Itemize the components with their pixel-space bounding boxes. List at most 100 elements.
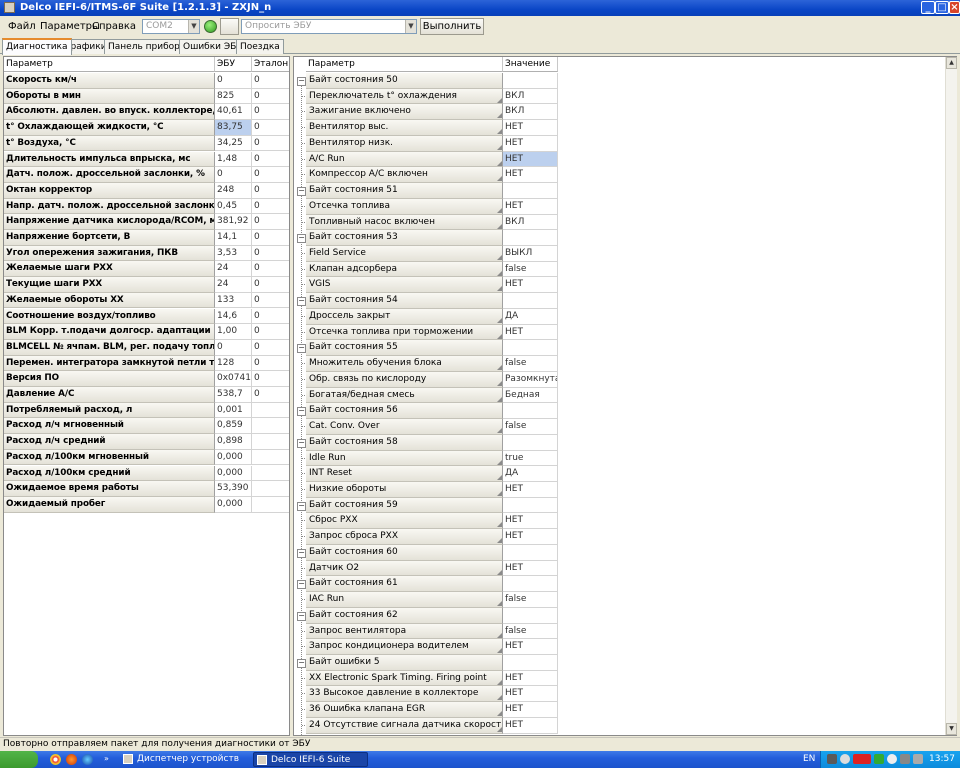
tree-item-row[interactable]: Вентилятор низк. НЕТ — [294, 135, 558, 152]
value-cell[interactable] — [503, 497, 558, 514]
value-cell[interactable] — [503, 340, 558, 357]
start-button[interactable] — [0, 751, 38, 768]
table-row[interactable]: Угол опережения зажигания, ПКВ 3,53 0 — [4, 245, 289, 262]
table-row[interactable]: Давление А/С 538,7 0 — [4, 387, 289, 403]
reference-value-cell[interactable]: 0 — [252, 293, 289, 309]
reference-value-cell[interactable]: 0 — [252, 152, 289, 168]
tree-item-row[interactable]: XX Electronic Spark Timing. Firing point… — [294, 670, 558, 687]
column-header-reference[interactable]: Эталон — [252, 57, 289, 72]
ecu-value-cell[interactable]: 53,390 — [215, 481, 252, 497]
reference-value-cell[interactable] — [252, 481, 289, 497]
value-cell[interactable]: false — [503, 261, 558, 278]
tree-group-row[interactable]: − Байт состояния 54 — [294, 293, 558, 309]
ecu-value-cell[interactable]: 0,898 — [215, 434, 252, 450]
tree-group-row[interactable]: − Байт состояния 55 — [294, 340, 558, 357]
tree-item-row[interactable]: Field Service ВЫКЛ — [294, 246, 558, 262]
tree-item-row[interactable]: Отсечка топлива при торможении НЕТ — [294, 324, 558, 341]
table-row[interactable]: Абсолютн. давлен. во впуск. коллекторе, … — [4, 104, 289, 121]
value-cell[interactable]: НЕТ — [503, 639, 558, 655]
collapse-toggle-icon[interactable]: − — [297, 501, 306, 511]
collapse-toggle-icon[interactable]: − — [297, 344, 306, 354]
tree-group-row[interactable]: − Байт состояния 60 — [294, 544, 558, 561]
ecu-value-cell[interactable]: 0,000 — [215, 465, 252, 482]
tree-item-row[interactable]: Отсечка топлива НЕТ — [294, 198, 558, 215]
ecu-value-cell[interactable]: 14,1 — [215, 230, 252, 246]
ecu-value-cell[interactable]: 0 — [215, 339, 252, 356]
blank-button[interactable] — [220, 18, 239, 35]
reference-value-cell[interactable]: 0 — [252, 371, 289, 387]
value-cell[interactable]: НЕТ — [503, 198, 558, 215]
tree-item-row[interactable]: Множитель обучения блока false — [294, 356, 558, 372]
tab-trip[interactable]: Поездка — [236, 39, 284, 54]
tree-group-row[interactable]: − Байт состояния 50 — [294, 73, 558, 89]
value-cell[interactable]: НЕТ — [503, 670, 558, 687]
reference-value-cell[interactable]: 0 — [252, 246, 289, 262]
value-cell[interactable]: НЕТ — [503, 513, 558, 530]
table-row[interactable]: Версия ПО 0x0741 0 — [4, 371, 289, 387]
execute-button[interactable]: Выполнить — [420, 18, 484, 35]
tree-group-row[interactable]: − Байт состояния 58 — [294, 434, 558, 451]
table-row[interactable]: Датч. полож. дроссельной заслонки, % 0 0 — [4, 167, 289, 183]
minimize-button[interactable]: _ — [921, 1, 935, 14]
tree-item-row[interactable]: Клапан адсорбера false — [294, 261, 558, 278]
column-header-param[interactable]: Параметр — [306, 57, 503, 72]
reference-value-cell[interactable]: 0 — [252, 167, 289, 183]
column-header-value[interactable]: Значение — [503, 57, 558, 72]
table-row[interactable]: Обороты в мин 825 0 — [4, 88, 289, 105]
value-cell[interactable] — [503, 293, 558, 309]
value-cell[interactable]: НЕТ — [503, 151, 558, 168]
tree-item-row[interactable]: Датчик О2 НЕТ — [294, 560, 558, 577]
close-button[interactable]: × — [949, 1, 960, 14]
reference-value-cell[interactable]: 0 — [252, 356, 289, 372]
tree-item-row[interactable]: Сброс РХХ НЕТ — [294, 513, 558, 530]
collapse-toggle-icon[interactable]: − — [297, 407, 306, 417]
tree-group-row[interactable]: − Байт ошибки 5 — [294, 655, 558, 671]
reference-value-cell[interactable]: 0 — [252, 261, 289, 278]
reference-value-cell[interactable]: 0 — [252, 120, 289, 136]
tree-group-row[interactable]: − Байт состояния 61 — [294, 576, 558, 593]
ecu-value-cell[interactable]: 1,00 — [215, 324, 252, 340]
value-cell[interactable] — [503, 607, 558, 624]
value-cell[interactable]: НЕТ — [503, 135, 558, 152]
tree-item-row[interactable]: 33 Высокое давление в коллекторе НЕТ — [294, 686, 558, 703]
tray-ati-icon[interactable] — [853, 754, 871, 764]
menu-file[interactable]: Файл — [8, 21, 36, 32]
table-row[interactable]: Ожидаемое время работы 53,390 — [4, 481, 289, 497]
ecu-value-cell[interactable]: 0,001 — [215, 402, 252, 419]
reference-value-cell[interactable]: 0 — [252, 214, 289, 230]
chrome-icon[interactable] — [50, 754, 61, 765]
value-cell[interactable]: Разомкнута — [503, 371, 558, 388]
table-row[interactable]: Напр. датч. полож. дроссельной заслонки,… — [4, 198, 289, 215]
tree-item-row[interactable]: Зажигание включено ВКЛ — [294, 104, 558, 121]
tree-item-row[interactable]: VGIS НЕТ — [294, 277, 558, 294]
value-cell[interactable]: НЕТ — [503, 324, 558, 341]
tree-item-row[interactable]: Запрос сброса РХХ НЕТ — [294, 529, 558, 545]
reference-value-cell[interactable]: 0 — [252, 324, 289, 340]
collapse-toggle-icon[interactable]: − — [297, 548, 306, 558]
port-select[interactable]: COM2 ▼ — [142, 19, 200, 34]
table-row[interactable]: Расход л/ч мгновенный 0,859 — [4, 418, 289, 435]
tree-item-row[interactable]: Богатая/бедная смесь Бедная — [294, 387, 558, 404]
reference-value-cell[interactable]: 0 — [252, 89, 289, 105]
menu-parameters[interactable]: Параметры — [40, 21, 100, 32]
value-cell[interactable]: false — [503, 623, 558, 640]
collapse-toggle-icon[interactable]: − — [297, 659, 306, 668]
tree-item-row[interactable]: INT Reset ДА — [294, 466, 558, 482]
table-row[interactable]: Напряжение датчика кислорода/RCOM, мВ 381… — [4, 214, 289, 230]
table-row[interactable]: Расход л/100км мгновенный 0,000 — [4, 449, 289, 466]
tree-group-row[interactable]: − Байт состояния 56 — [294, 403, 558, 420]
table-row[interactable]: Расход л/ч средний 0,898 — [4, 434, 289, 450]
tree-item-row[interactable]: Топливный насос включен ВКЛ — [294, 214, 558, 231]
task-delco-suite[interactable]: Delco IEFI-6 Suite — [253, 752, 368, 767]
value-cell[interactable]: ВКЛ — [503, 104, 558, 121]
value-cell[interactable]: НЕТ — [503, 702, 558, 718]
ecu-value-cell[interactable]: 0,000 — [215, 496, 252, 513]
table-row[interactable]: Ожидаемый пробег 0,000 — [4, 496, 289, 513]
value-cell[interactable]: ВЫКЛ — [503, 246, 558, 262]
table-row[interactable]: Скорость км/ч 0 0 — [4, 73, 289, 89]
collapse-toggle-icon[interactable]: − — [297, 297, 306, 307]
value-cell[interactable]: НЕТ — [503, 277, 558, 294]
ecu-value-cell[interactable]: 0,000 — [215, 449, 252, 466]
value-cell[interactable]: НЕТ — [503, 686, 558, 703]
quicklaunch-expand-icon[interactable]: » — [104, 754, 112, 765]
